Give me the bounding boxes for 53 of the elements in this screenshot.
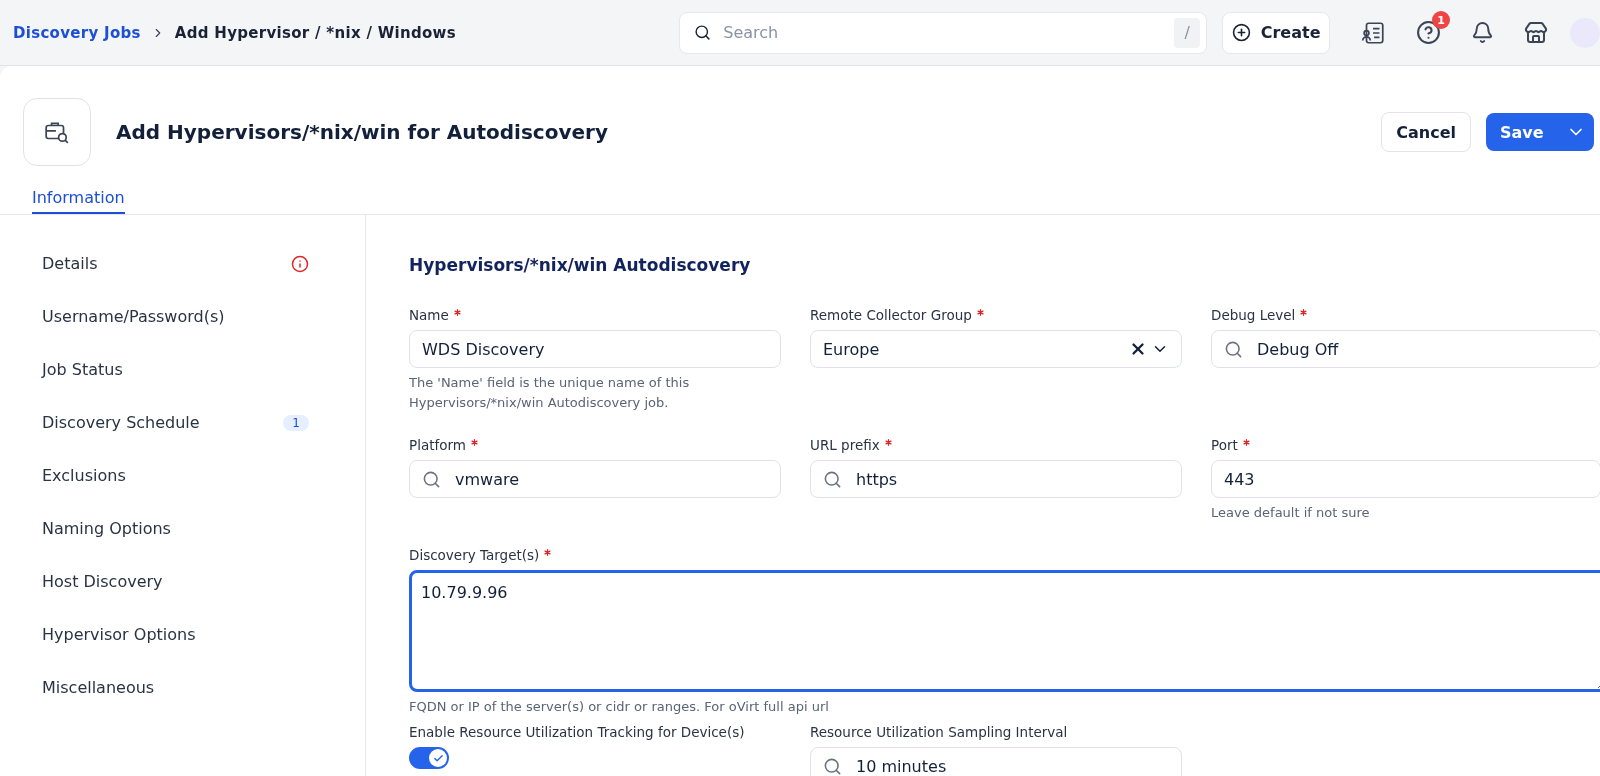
- sidebar-item[interactable]: Host Discovery: [42, 572, 163, 591]
- search-icon: [694, 24, 712, 41]
- search-icon: [422, 469, 441, 489]
- create-button[interactable]: Create: [1222, 11, 1330, 54]
- breadcrumb-link[interactable]: Discovery Jobs: [13, 23, 141, 42]
- search-select-field[interactable]: vmware: [409, 460, 781, 498]
- field-label: Name: [409, 307, 781, 323]
- save-button[interactable]: Save: [1486, 113, 1594, 151]
- search-icon: [823, 756, 842, 776]
- search-icon: [823, 469, 842, 489]
- plus-circle-icon: [1231, 23, 1251, 42]
- search-select-field[interactable]: https: [810, 460, 1182, 498]
- field-label: Enable Resource Utilization Tracking for Device(s): [409, 724, 746, 740]
- field-label: Port: [1211, 437, 1600, 453]
- help-text: FQDN or IP of the server(s) or cidr or ranges. For oVirt full api url: [409, 698, 830, 716]
- search-select-field[interactable]: 10 minutes: [810, 747, 1182, 776]
- help-text: The 'Name' field is the unique name of this Hypervisors/*nix/win Autodiscovery job.: [409, 374, 691, 412]
- sidebar-item[interactable]: Exclusions: [42, 466, 126, 485]
- field-label: Platform: [409, 437, 781, 453]
- sidebar-item[interactable]: Hypervisor Options: [42, 625, 196, 644]
- sidebar-item[interactable]: Job Status: [42, 360, 123, 379]
- sidebar-item[interactable]: Details: [42, 254, 98, 273]
- input-field[interactable]: WDS Discovery: [409, 330, 781, 368]
- field-label: Discovery Target(s): [409, 547, 1600, 563]
- field-label: URL prefix: [810, 437, 1182, 453]
- tab[interactable]: Information: [32, 188, 125, 214]
- shortcut-key: /: [1174, 17, 1201, 48]
- store-icon[interactable]: [1524, 20, 1548, 45]
- field-label: Remote Collector Group: [810, 307, 1182, 323]
- field-label: Resource Utilization Sampling Interval: [810, 724, 1069, 740]
- check-icon: [432, 752, 444, 764]
- sidebar-item[interactable]: Miscellaneous: [42, 678, 155, 697]
- sidebar-item[interactable]: Username/Password(s): [42, 307, 225, 326]
- briefcase-search-icon: [44, 119, 70, 145]
- contact-list-icon[interactable]: [1360, 19, 1386, 46]
- cancel-button[interactable]: Cancel: [1381, 112, 1471, 152]
- breadcrumb-current: Add Hypervisor / *nix / Windows: [174, 23, 456, 42]
- field-label: Debug Level: [1211, 307, 1600, 323]
- notification-badge: 1: [1432, 11, 1450, 29]
- select-field[interactable]: Europe: [810, 330, 1182, 368]
- error-icon: [291, 254, 309, 273]
- toggle-switch[interactable]: [409, 747, 449, 769]
- clear-icon[interactable]: [1129, 340, 1147, 358]
- sidebar-item[interactable]: Discovery Schedule: [42, 413, 200, 432]
- search-input[interactable]: Search: [721, 22, 1165, 43]
- sidebar-item[interactable]: Naming Options: [42, 519, 171, 538]
- bell-icon[interactable]: [1471, 21, 1494, 44]
- count-badge: 1: [283, 414, 309, 431]
- page-title: Add Hypervisors/*nix/win for Autodiscovery: [116, 120, 609, 144]
- help-text: Leave default if not sure: [1211, 504, 1371, 522]
- search-icon: [1224, 339, 1243, 359]
- section-heading: Hypervisors/*nix/win Autodiscovery: [409, 255, 752, 275]
- text-area[interactable]: 10.79.9.96: [409, 570, 1600, 692]
